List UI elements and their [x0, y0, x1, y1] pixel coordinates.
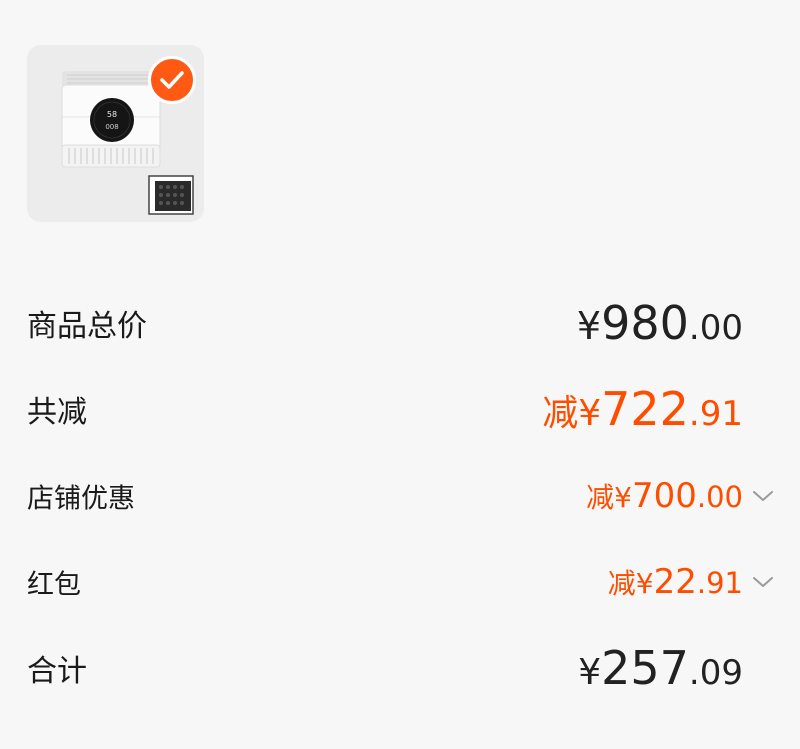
row-total-price: 商品总价 ¥980.00	[0, 293, 800, 353]
grand-total-label: 合计	[27, 654, 87, 689]
total-price-label: 商品总价	[27, 309, 147, 344]
total-discount-value: 减¥722.91	[542, 386, 743, 432]
total-discount-dec: .91	[688, 394, 743, 434]
display-reading-2: 008	[105, 123, 118, 131]
total-discount-symbol: ¥	[578, 393, 602, 434]
check-icon	[160, 71, 184, 89]
shop-discount-prefix: 减	[586, 481, 615, 514]
red-packet-symbol: ¥	[635, 567, 654, 600]
total-price-value: ¥980.00	[577, 300, 743, 346]
grand-total-dec: .09	[688, 653, 743, 693]
total-price-dec: .00	[688, 308, 743, 348]
shop-discount-label: 店铺优惠	[27, 483, 135, 515]
grand-total-int: 257	[601, 641, 689, 695]
grand-total-value: ¥257.09	[578, 645, 743, 691]
total-discount-int: 722	[601, 382, 689, 436]
total-price-int: 980	[601, 296, 689, 350]
chevron-down-icon[interactable]	[752, 489, 774, 503]
shop-discount-int: 700	[631, 476, 697, 516]
red-packet-label: 红包	[27, 569, 81, 601]
row-red-packet[interactable]: 红包 减¥22.91	[0, 552, 800, 612]
selected-check-badge[interactable]	[148, 56, 196, 104]
row-shop-discount[interactable]: 店铺优惠 减¥700.00	[0, 466, 800, 526]
row-total-discount: 共减 减¥722.91	[0, 379, 800, 439]
grand-total-symbol: ¥	[578, 652, 602, 693]
shop-discount-value: 减¥700.00	[586, 479, 743, 513]
total-price-symbol: ¥	[576, 304, 602, 348]
red-packet-prefix: 减	[607, 567, 636, 600]
display-reading: 58	[107, 110, 117, 119]
red-packet-dec: .91	[696, 566, 743, 600]
chevron-down-icon[interactable]	[752, 575, 774, 589]
red-packet-int: 22	[653, 562, 697, 602]
red-packet-value: 减¥22.91	[608, 565, 743, 599]
total-discount-prefix: 减	[542, 393, 579, 434]
total-discount-label: 共减	[27, 395, 87, 430]
row-grand-total: 合计 ¥257.09	[0, 638, 800, 698]
shop-discount-symbol: ¥	[614, 481, 632, 514]
shop-discount-dec: .00	[696, 480, 743, 514]
